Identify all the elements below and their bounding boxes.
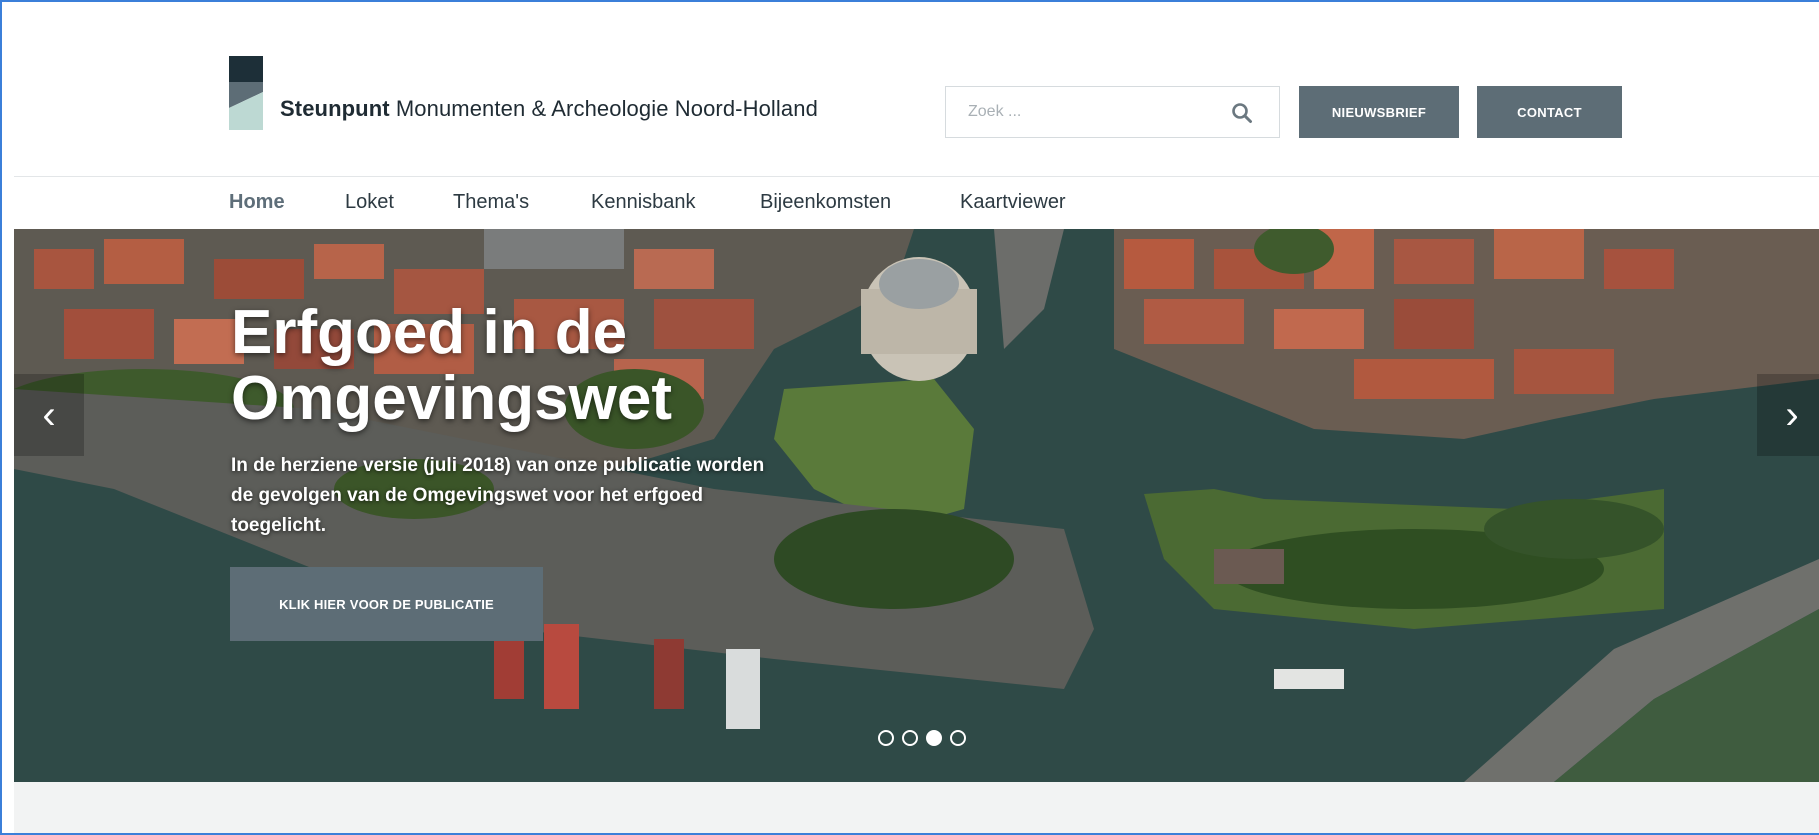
- chevron-left-icon: ‹: [42, 392, 56, 437]
- hero-carousel: Erfgoed in de Omgevingswet In de herzien…: [14, 229, 1819, 782]
- hero-title: Erfgoed in de Omgevingswet: [231, 300, 672, 432]
- search-icon[interactable]: [1231, 102, 1253, 124]
- chevron-right-icon: ›: [1785, 392, 1799, 437]
- contact-button[interactable]: CONTACT: [1477, 86, 1622, 138]
- carousel-dot-active[interactable]: [926, 730, 942, 746]
- nav-item-kaartviewer[interactable]: Kaartviewer: [960, 191, 1066, 214]
- hero-text-line3: toegelicht.: [231, 515, 327, 536]
- main-nav: Home Loket Thema's Kennisbank Bijeenkoms…: [0, 177, 1819, 229]
- content-area: [14, 782, 1819, 835]
- newsletter-button[interactable]: NIEUWSBRIEF: [1299, 86, 1459, 138]
- carousel-dot[interactable]: [902, 730, 918, 746]
- hero-text-line2: de gevolgen van de Omgevingswet voor het…: [231, 485, 703, 506]
- carousel-indicators: [878, 730, 966, 746]
- nav-item-themas[interactable]: Thema's: [453, 191, 529, 214]
- logo-icon[interactable]: [229, 56, 263, 130]
- nav-item-loket[interactable]: Loket: [345, 191, 394, 214]
- carousel-next-button[interactable]: ›: [1757, 374, 1819, 456]
- nav-item-kennisbank[interactable]: Kennisbank: [591, 191, 696, 214]
- search-box: [945, 86, 1280, 138]
- site-title[interactable]: Steunpunt Monumenten & Archeologie Noord…: [280, 96, 818, 122]
- nav-item-bijeenkomsten[interactable]: Bijeenkomsten: [760, 191, 891, 214]
- hero-text-line1: In de herziene versie (juli 2018) van on…: [231, 455, 765, 476]
- search-input[interactable]: [946, 87, 1206, 137]
- carousel-dot[interactable]: [878, 730, 894, 746]
- carousel-prev-button[interactable]: ‹: [14, 374, 84, 456]
- site-header: Steunpunt Monumenten & Archeologie Noord…: [0, 0, 1819, 176]
- site-title-bold: Steunpunt: [280, 96, 390, 121]
- hero-title-line1: Erfgoed in de: [231, 298, 628, 367]
- publication-button[interactable]: KLIK HIER VOOR DE PUBLICATIE: [230, 567, 543, 641]
- site-title-rest: Monumenten & Archeologie Noord-Holland: [389, 96, 818, 121]
- hero-title-line2: Omgevingswet: [231, 364, 672, 433]
- nav-item-home[interactable]: Home: [229, 191, 285, 214]
- hero-description: In de herziene versie (juli 2018) van on…: [231, 451, 891, 541]
- carousel-dot[interactable]: [950, 730, 966, 746]
